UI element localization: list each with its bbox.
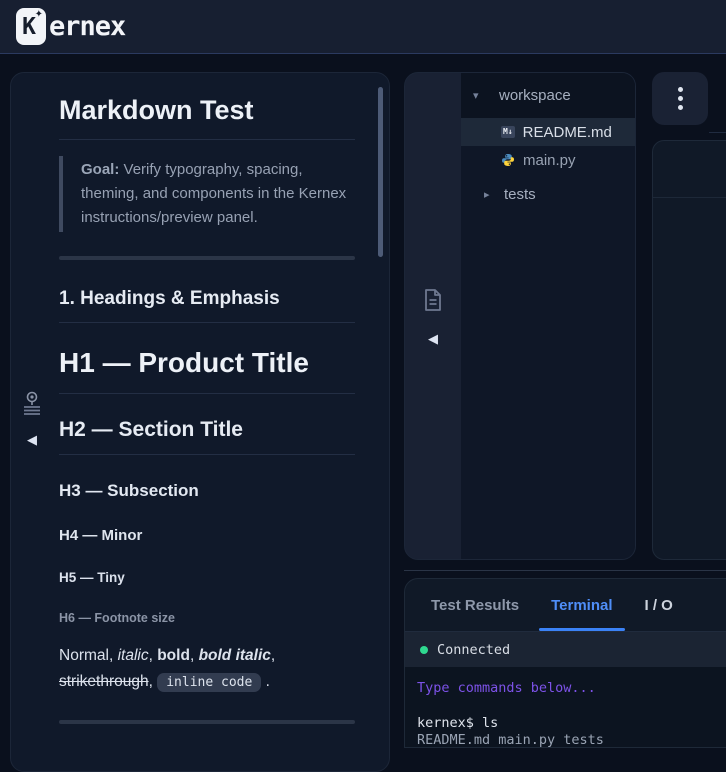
goal-blockquote: Goal: Verify typography, spacing, themin… [59, 156, 355, 232]
markdown-scrollbar-thumb[interactable] [378, 87, 383, 257]
kernex-logo: K ✦ ernex [16, 8, 125, 45]
h4-demo: H4 — Minor [59, 527, 355, 544]
text-bold: bold [157, 647, 190, 664]
right-panel-header-edge [709, 72, 726, 133]
emphasis-paragraph: Normal, italic, bold, bold italic, strik… [59, 643, 355, 696]
markdown-content: Markdown Test Goal: Verify typography, s… [59, 73, 355, 724]
goal-text: Verify typography, spacing, theming, and… [81, 161, 346, 226]
h5-demo: H5 — Tiny [59, 570, 355, 585]
file-tree: ▾ workspace M↓ README.md main.py ▸ tests [461, 73, 635, 559]
text-italic: italic [118, 647, 149, 664]
text-normal: Normal, [59, 647, 118, 664]
text-bold-italic: bold italic [199, 647, 271, 664]
bottom-tab-bar: Test Results Terminal I / O [405, 579, 726, 632]
markdown-title: Markdown Test [59, 95, 355, 140]
tab-terminal[interactable]: Terminal [551, 597, 612, 614]
collapse-markdown-panel-icon[interactable]: ◀ [27, 433, 37, 446]
tree-item-label: main.py [523, 152, 576, 169]
terminal-prompt-line: kernex$ ls [417, 715, 721, 732]
tab-test-results[interactable]: Test Results [431, 597, 519, 614]
tab-io[interactable]: I / O [645, 597, 673, 614]
markdown-preview-panel: ◀ Markdown Test Goal: Verify typography,… [10, 72, 390, 772]
markdown-file-icon: M↓ [501, 126, 515, 138]
terminal-hint: Type commands below... [417, 680, 721, 697]
h1-demo: H1 — Product Title [59, 347, 355, 394]
h3-demo: H3 — Subsection [59, 481, 355, 501]
section-heading: 1. Headings & Emphasis [59, 288, 355, 323]
tree-item-tests[interactable]: ▸ tests [461, 180, 635, 208]
horizontal-rule [59, 720, 355, 724]
inline-code-pill: inline code [157, 673, 261, 692]
tree-root-workspace[interactable]: ▾ workspace [461, 73, 635, 118]
logo-wordmark: ernex [49, 11, 125, 42]
panel-resize-divider[interactable] [404, 570, 726, 571]
text-strikethrough: strikethrough [59, 673, 149, 690]
editor-panel: ◀ ▾ workspace M↓ README.md main.py ▸ tes… [404, 72, 636, 560]
kernex-logo-icon: K ✦ [16, 8, 46, 45]
right-panel-toolbar [652, 72, 708, 125]
editor-rail: ◀ [405, 73, 461, 559]
tree-item-label: tests [504, 186, 536, 203]
collapse-editor-rail-icon[interactable]: ◀ [428, 332, 438, 345]
bottom-panel: Test Results Terminal I / O Connected Ty… [404, 578, 726, 748]
caret-down-icon[interactable]: ▾ [473, 89, 483, 102]
tree-item-label: README.md [523, 124, 612, 141]
app-header: K ✦ ernex [0, 0, 726, 54]
python-file-icon [501, 153, 515, 167]
terminal-status-bar: Connected [405, 632, 726, 667]
horizontal-rule [59, 256, 355, 260]
h2-demo: H2 — Section Title [59, 418, 355, 455]
goal-label: Goal: [81, 161, 119, 178]
kebab-menu-icon[interactable] [678, 87, 683, 110]
right-card-divider [653, 197, 726, 198]
tree-item-readme[interactable]: M↓ README.md [461, 118, 635, 146]
tree-root-label: workspace [499, 87, 571, 104]
instructions-icon[interactable] [21, 391, 43, 417]
caret-right-icon[interactable]: ▸ [484, 188, 494, 201]
connected-status-icon [420, 646, 428, 654]
right-preview-card [652, 140, 726, 560]
terminal-output[interactable]: Type commands below... kernex$ ls README… [405, 667, 726, 747]
connection-status: Connected [437, 642, 510, 658]
h6-demo: H6 — Footnote size [59, 611, 355, 625]
document-icon[interactable] [423, 288, 443, 312]
logo-star-icon: ✦ [35, 10, 43, 20]
terminal-output-line: README.md main.py tests [417, 732, 721, 749]
tree-item-mainpy[interactable]: main.py [461, 146, 635, 174]
